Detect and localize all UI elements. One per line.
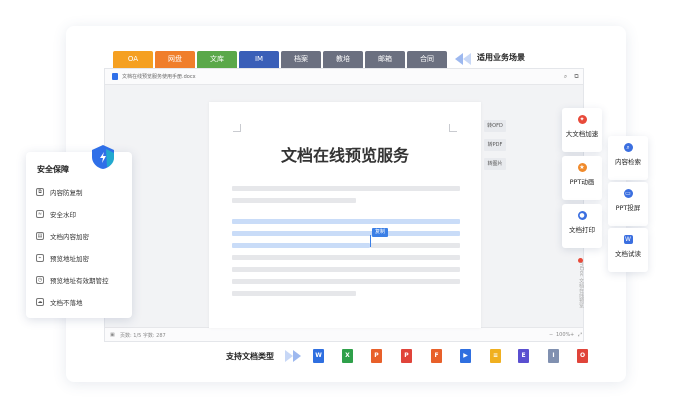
page-corner-mark [449, 124, 457, 132]
text-line [232, 198, 356, 203]
pdf-file-icon: P [401, 349, 412, 363]
security-item-label: 内容防复制 [50, 189, 83, 197]
text-line [232, 279, 460, 284]
feature-label: 文档试读 [615, 250, 641, 258]
feature-label: PPT动画 [569, 178, 595, 186]
security-panel: 安全保障 ⧉ 内容防复制 ≈ 安全水印 ▤ 文档内容加密 ⌁ 预览地址加密 ◷ 预览地址有… [26, 152, 132, 318]
scenario-label: 适用业务场景 [477, 53, 525, 62]
other-file-icon: O [577, 349, 588, 363]
copy-protect-icon: ⧉ [36, 188, 44, 196]
text-file-icon: ≡ [490, 349, 501, 363]
speed-icon: ✦ [577, 115, 587, 124]
star-icon: ★ [577, 163, 587, 172]
encrypt-icon: ▤ [36, 232, 44, 240]
text-line [232, 267, 460, 272]
security-item-label: 文档不落地 [50, 299, 83, 307]
feature-large-doc-accel[interactable]: ✦ 大文档加速 [562, 108, 602, 152]
print-icon: ● [577, 211, 587, 220]
word-file-icon: W [313, 349, 324, 363]
expand-icon[interactable]: ⧉ [573, 73, 580, 80]
zoom-in-icon[interactable]: + [570, 332, 574, 338]
tab-netdisk[interactable]: 网盘 [155, 51, 195, 68]
expiry-icon: ◷ [36, 276, 44, 284]
zoom-level: 100% [556, 332, 571, 338]
text-line [232, 255, 460, 260]
page-info: 页数: 1/5 字数: 287 [120, 333, 166, 339]
feature-print[interactable]: ● 文档打印 [562, 204, 602, 248]
excel-file-icon: X [342, 349, 353, 363]
tab-contract[interactable]: 合同 [407, 51, 447, 68]
scenario-tabs: OA 网盘 文库 IM 档案 教培 邮箱 合同 [113, 51, 447, 68]
security-item: ▤ 文档内容加密 [36, 231, 89, 241]
image-file-icon: I [548, 349, 559, 363]
double-arrow-right-icon [285, 350, 301, 362]
video-file-icon: ▶ [460, 349, 471, 363]
copy-button[interactable]: 复制 [372, 228, 389, 237]
text-line [232, 186, 460, 191]
security-item: ☁ 文档不落地 [36, 297, 83, 307]
read-icon: W [623, 235, 633, 244]
tab-oa[interactable]: OA [113, 51, 153, 68]
security-title: 安全保障 [37, 165, 69, 174]
link-encrypt-icon: ⌁ [36, 254, 44, 262]
cast-icon: ▭ [623, 189, 633, 198]
security-item: ⧉ 内容防复制 [36, 187, 83, 197]
brand-watermark: mDoc 文档在线预览 [578, 262, 584, 309]
watermark-icon: ≈ [36, 210, 44, 218]
selected-text-line[interactable] [232, 231, 460, 236]
ofd-file-icon: F [431, 349, 442, 363]
double-arrow-left-icon [455, 53, 471, 65]
page: OA 网盘 文库 IM 档案 教培 邮箱 合同 适用业务场景 文档在线预览服务使… [0, 0, 682, 400]
ppt-file-icon: P [371, 349, 382, 363]
text-line [232, 291, 356, 296]
security-item: ≈ 安全水印 [36, 209, 76, 219]
fullscreen-icon[interactable]: ⤢ [578, 332, 582, 338]
security-item: ⌁ 预览地址加密 [36, 253, 89, 263]
feature-trial-read[interactable]: W 文档试读 [608, 228, 648, 272]
file-types-label: 支持文档类型 [226, 352, 274, 361]
viewer-statusbar: ▣ 页数: 1/5 字数: 287 − 100% + ⤢ [105, 327, 583, 341]
zoom-out-icon[interactable]: − [549, 332, 553, 338]
cloud-icon: ☁ [36, 298, 44, 306]
doc-file-icon [112, 73, 118, 80]
security-item-label: 预览地址有效期管控 [50, 277, 109, 285]
security-item-label: 预览地址加密 [50, 255, 89, 263]
viewer-titlebar: 文档在线预览服务使用手册.docx ⌕ ⧉ [105, 69, 583, 85]
text-line [370, 243, 460, 248]
feature-label: 大文档加速 [565, 130, 599, 138]
convert-pdf-button[interactable]: 转PDF [484, 139, 506, 151]
tab-archive[interactable]: 档案 [281, 51, 321, 68]
page-corner-mark [233, 124, 241, 132]
feature-label: 文档打印 [569, 226, 595, 234]
ebook-file-icon: E [518, 349, 529, 363]
feature-ppt-cast[interactable]: ▭ PPT投屏 [608, 182, 648, 226]
search-icon[interactable]: ⌕ [562, 73, 569, 80]
feature-label: 内容检索 [615, 158, 641, 166]
feature-ppt-animation[interactable]: ★ PPT动画 [562, 156, 602, 200]
tab-library[interactable]: 文库 [197, 51, 237, 68]
feature-label: PPT投屏 [615, 204, 641, 212]
tab-education[interactable]: 教培 [323, 51, 363, 68]
security-item-label: 安全水印 [50, 211, 76, 219]
selected-text-line[interactable] [232, 243, 370, 248]
convert-ofd-button[interactable]: 转OFD [484, 120, 506, 132]
selected-text-line[interactable] [232, 219, 460, 224]
sidebar-toggle-icon[interactable]: ▣ [110, 332, 115, 338]
viewer-title: 文档在线预览服务使用手册.docx [122, 74, 196, 80]
tab-mail[interactable]: 邮箱 [365, 51, 405, 68]
text-cursor [370, 235, 371, 247]
security-item: ◷ 预览地址有效期管控 [36, 275, 109, 285]
tab-im[interactable]: IM [239, 51, 279, 68]
security-item-label: 文档内容加密 [50, 233, 89, 241]
convert-image-button[interactable]: 转图片 [484, 158, 506, 170]
shield-icon [92, 145, 114, 169]
document-title: 文档在线预览服务 [280, 146, 409, 165]
search-icon: ⌕ [623, 143, 633, 152]
feature-content-search[interactable]: ⌕ 内容检索 [608, 136, 648, 180]
